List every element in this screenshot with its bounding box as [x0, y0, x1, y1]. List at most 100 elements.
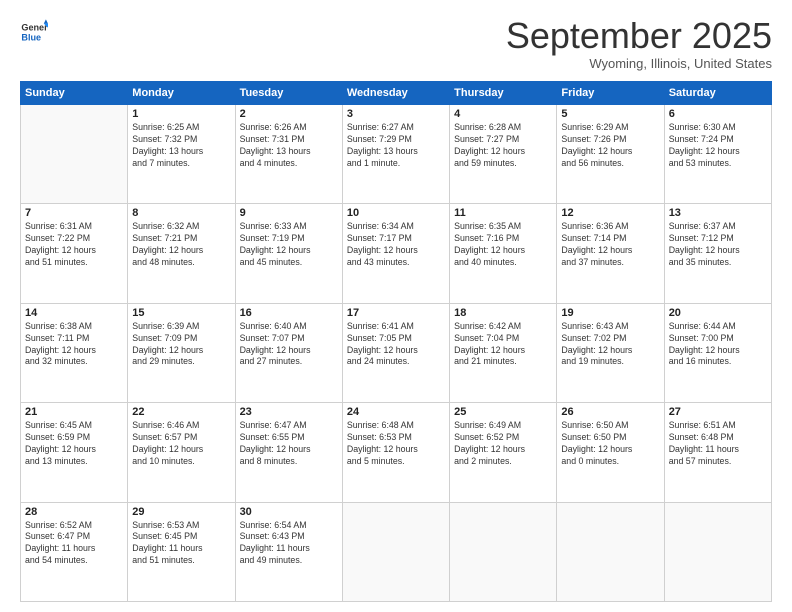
col-thursday: Thursday: [450, 82, 557, 105]
table-row: 10Sunrise: 6:34 AM Sunset: 7:17 PM Dayli…: [342, 204, 449, 303]
table-row: 9Sunrise: 6:33 AM Sunset: 7:19 PM Daylig…: [235, 204, 342, 303]
day-number: 2: [240, 108, 338, 120]
header-row: Sunday Monday Tuesday Wednesday Thursday…: [21, 82, 772, 105]
table-row: 30 Sunrise: 6:54 AM Sunset: 6:43 PM Dayli…: [235, 502, 342, 601]
day-info: Sunrise: 6:42 AM Sunset: 7:04 PM Dayligh…: [454, 321, 552, 369]
day-info: Sunrise: 6:37 AM Sunset: 7:12 PM Dayligh…: [669, 221, 767, 269]
day-info: Sunrise: 6:30 AM Sunset: 7:24 PM Dayligh…: [669, 122, 767, 170]
day-number: 14: [25, 307, 123, 319]
table-row: [342, 502, 449, 601]
day-info: Sunrise: 6:25 AM Sunset: 7:32 PM Dayligh…: [132, 122, 230, 170]
day-number: 16: [240, 307, 338, 319]
day-number: 30: [240, 506, 338, 518]
col-tuesday: Tuesday: [235, 82, 342, 105]
day-info: Sunrise: 6:35 AM Sunset: 7:16 PM Dayligh…: [454, 221, 552, 269]
day-info: Sunrise: 6:53 AM Sunset: 6:45 PM Dayligh…: [132, 520, 230, 568]
day-info: Sunrise: 6:51 AM Sunset: 6:48 PM Dayligh…: [669, 420, 767, 468]
title-block: September 2025 Wyoming, Illinois, United…: [506, 18, 772, 71]
day-number: 15: [132, 307, 230, 319]
table-row: 11Sunrise: 6:35 AM Sunset: 7:16 PM Dayli…: [450, 204, 557, 303]
col-monday: Monday: [128, 82, 235, 105]
table-row: [450, 502, 557, 601]
table-row: [664, 502, 771, 601]
table-row: 12Sunrise: 6:36 AM Sunset: 7:14 PM Dayli…: [557, 204, 664, 303]
table-row: 5 Sunrise: 6:29 AM Sunset: 7:26 PM Daylig…: [557, 105, 664, 204]
day-info: Sunrise: 6:43 AM Sunset: 7:02 PM Dayligh…: [561, 321, 659, 369]
month-title: September 2025: [506, 18, 772, 54]
day-number: 28: [25, 506, 123, 518]
day-number: 12: [561, 207, 659, 219]
table-row: 18 Sunrise: 6:42 AM Sunset: 7:04 PM Dayli…: [450, 303, 557, 402]
col-wednesday: Wednesday: [342, 82, 449, 105]
day-info: Sunrise: 6:44 AM Sunset: 7:00 PM Dayligh…: [669, 321, 767, 369]
table-row: 2 Sunrise: 6:26 AM Sunset: 7:31 PM Daylig…: [235, 105, 342, 204]
day-info: Sunrise: 6:29 AM Sunset: 7:26 PM Dayligh…: [561, 122, 659, 170]
day-info: Sunrise: 6:49 AM Sunset: 6:52 PM Dayligh…: [454, 420, 552, 468]
table-row: 1 Sunrise: 6:25 AM Sunset: 7:32 PM Daylig…: [128, 105, 235, 204]
day-info: Sunrise: 6:32 AM Sunset: 7:21 PM Dayligh…: [132, 221, 230, 269]
table-row: 14 Sunrise: 6:38 AM Sunset: 7:11 PM Dayli…: [21, 303, 128, 402]
logo-icon: General Blue: [20, 18, 48, 46]
day-info: Sunrise: 6:48 AM Sunset: 6:53 PM Dayligh…: [347, 420, 445, 468]
table-row: [557, 502, 664, 601]
table-row: 16 Sunrise: 6:40 AM Sunset: 7:07 PM Dayli…: [235, 303, 342, 402]
day-number: 8: [132, 207, 230, 219]
table-row: 22Sunrise: 6:46 AM Sunset: 6:57 PM Dayli…: [128, 403, 235, 502]
day-info: Sunrise: 6:52 AM Sunset: 6:47 PM Dayligh…: [25, 520, 123, 568]
table-row: 15 Sunrise: 6:39 AM Sunset: 7:09 PM Dayli…: [128, 303, 235, 402]
day-info: Sunrise: 6:31 AM Sunset: 7:22 PM Dayligh…: [25, 221, 123, 269]
table-row: [21, 105, 128, 204]
day-number: 21: [25, 406, 123, 418]
day-number: 22: [132, 406, 230, 418]
day-number: 20: [669, 307, 767, 319]
day-number: 24: [347, 406, 445, 418]
day-info: Sunrise: 6:27 AM Sunset: 7:29 PM Dayligh…: [347, 122, 445, 170]
table-row: 20 Sunrise: 6:44 AM Sunset: 7:00 PM Dayli…: [664, 303, 771, 402]
table-row: 8 Sunrise: 6:32 AM Sunset: 7:21 PM Daylig…: [128, 204, 235, 303]
day-info: Sunrise: 6:26 AM Sunset: 7:31 PM Dayligh…: [240, 122, 338, 170]
table-row: 17Sunrise: 6:41 AM Sunset: 7:05 PM Dayli…: [342, 303, 449, 402]
calendar-page: General Blue September 2025 Wyoming, Ill…: [0, 0, 792, 612]
table-row: 13Sunrise: 6:37 AM Sunset: 7:12 PM Dayli…: [664, 204, 771, 303]
col-saturday: Saturday: [664, 82, 771, 105]
day-info: Sunrise: 6:54 AM Sunset: 6:43 PM Dayligh…: [240, 520, 338, 568]
location: Wyoming, Illinois, United States: [506, 56, 772, 71]
day-number: 25: [454, 406, 552, 418]
day-number: 29: [132, 506, 230, 518]
day-info: Sunrise: 6:47 AM Sunset: 6:55 PM Dayligh…: [240, 420, 338, 468]
table-row: 19 Sunrise: 6:43 AM Sunset: 7:02 PM Dayli…: [557, 303, 664, 402]
day-number: 18: [454, 307, 552, 319]
day-info: Sunrise: 6:50 AM Sunset: 6:50 PM Dayligh…: [561, 420, 659, 468]
day-number: 6: [669, 108, 767, 120]
day-number: 26: [561, 406, 659, 418]
calendar-table: Sunday Monday Tuesday Wednesday Thursday…: [20, 81, 772, 602]
day-number: 27: [669, 406, 767, 418]
table-row: 25 Sunrise: 6:49 AM Sunset: 6:52 PM Dayli…: [450, 403, 557, 502]
table-row: 23Sunrise: 6:47 AM Sunset: 6:55 PM Dayli…: [235, 403, 342, 502]
calendar-body: 1 Sunrise: 6:25 AM Sunset: 7:32 PM Daylig…: [21, 105, 772, 602]
day-info: Sunrise: 6:45 AM Sunset: 6:59 PM Dayligh…: [25, 420, 123, 468]
table-row: 3Sunrise: 6:27 AM Sunset: 7:29 PM Daylig…: [342, 105, 449, 204]
header: General Blue September 2025 Wyoming, Ill…: [20, 18, 772, 71]
day-info: Sunrise: 6:40 AM Sunset: 7:07 PM Dayligh…: [240, 321, 338, 369]
day-info: Sunrise: 6:28 AM Sunset: 7:27 PM Dayligh…: [454, 122, 552, 170]
calendar-header: Sunday Monday Tuesday Wednesday Thursday…: [21, 82, 772, 105]
day-number: 1: [132, 108, 230, 120]
table-row: 26 Sunrise: 6:50 AM Sunset: 6:50 PM Dayli…: [557, 403, 664, 502]
table-row: 7 Sunrise: 6:31 AM Sunset: 7:22 PM Daylig…: [21, 204, 128, 303]
table-row: 27 Sunrise: 6:51 AM Sunset: 6:48 PM Dayli…: [664, 403, 771, 502]
col-friday: Friday: [557, 82, 664, 105]
day-info: Sunrise: 6:41 AM Sunset: 7:05 PM Dayligh…: [347, 321, 445, 369]
table-row: 24 Sunrise: 6:48 AM Sunset: 6:53 PM Dayli…: [342, 403, 449, 502]
table-row: 4Sunrise: 6:28 AM Sunset: 7:27 PM Daylig…: [450, 105, 557, 204]
day-number: 19: [561, 307, 659, 319]
day-number: 5: [561, 108, 659, 120]
day-info: Sunrise: 6:39 AM Sunset: 7:09 PM Dayligh…: [132, 321, 230, 369]
day-number: 7: [25, 207, 123, 219]
table-row: 21 Sunrise: 6:45 AM Sunset: 6:59 PM Dayli…: [21, 403, 128, 502]
day-info: Sunrise: 6:38 AM Sunset: 7:11 PM Dayligh…: [25, 321, 123, 369]
day-info: Sunrise: 6:33 AM Sunset: 7:19 PM Dayligh…: [240, 221, 338, 269]
svg-text:Blue: Blue: [21, 32, 41, 42]
logo: General Blue: [20, 18, 48, 46]
table-row: 29 Sunrise: 6:53 AM Sunset: 6:45 PM Dayli…: [128, 502, 235, 601]
